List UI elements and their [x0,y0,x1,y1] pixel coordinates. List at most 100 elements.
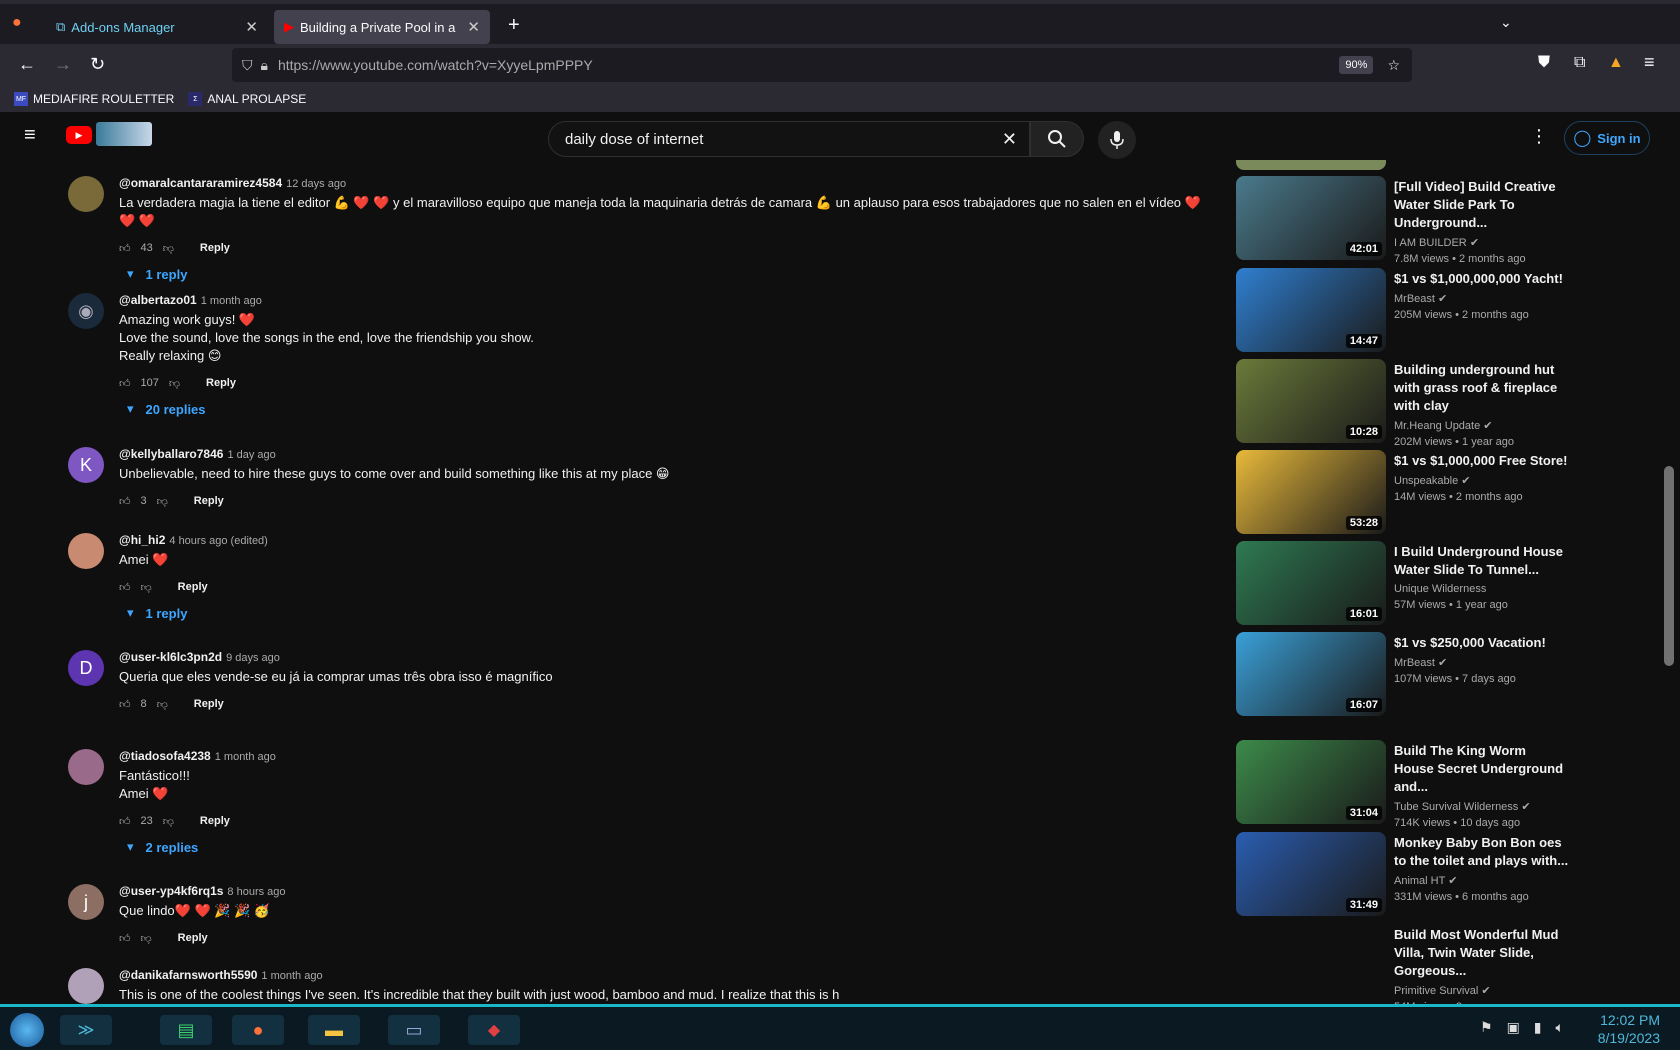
reply-button[interactable]: Reply [178,932,208,944]
search-input[interactable]: daily dose of internet ✕ [548,121,1030,157]
recommended-video[interactable]: 31:04 Build The King Worm House Secret Un… [1236,740,1569,829]
tab-addons-manager[interactable]: ⧉ Add-ons Manager ✕ [46,10,268,44]
star-icon[interactable]: ☆ [1387,57,1400,74]
avatar[interactable]: j [68,884,104,920]
like-icon[interactable]: 👍︎ [119,581,131,594]
video-title[interactable]: $1 vs $1,000,000 Free Store! [1394,452,1569,470]
video-title[interactable]: [Full Video] Build Creative Water Slide … [1394,178,1569,232]
taskbar-item-file-explorer[interactable]: ▬ [308,1015,360,1045]
clear-search-icon[interactable]: ✕ [1002,129,1017,150]
doodle-logo[interactable] [96,122,152,146]
comment-time[interactable]: 4 hours ago (edited) [169,535,267,547]
comment-time[interactable]: 12 days ago [286,178,346,190]
comment-time[interactable]: 9 days ago [226,652,280,664]
video-thumbnail[interactable]: 16:07 [1236,632,1386,716]
reply-button[interactable]: Reply [200,815,230,827]
more-options-icon[interactable]: ⋮ [1530,126,1548,147]
thumbnail-partial[interactable] [1236,160,1386,170]
comment-author[interactable]: @tiadosofa4238 [119,749,211,763]
taskbar-item-firefox[interactable]: ● [232,1015,284,1045]
video-title[interactable]: I Build Underground House Water Slide To… [1394,543,1569,579]
video-thumbnail[interactable]: 31:49 [1236,832,1386,916]
recommended-video[interactable]: 42:01 [Full Video] Build Creative Water S… [1236,176,1569,265]
channel-name[interactable]: I AM BUILDER ✔︎ [1394,236,1569,249]
video-title[interactable]: $1 vs $250,000 Vacation! [1394,634,1569,652]
dislike-icon[interactable]: 👎︎ [157,495,168,508]
tab-youtube-video[interactable]: ▶ Building a Private Pool in a Lux ✕ [274,10,490,44]
battery-icon[interactable]: ▮ [1534,1019,1542,1036]
new-tab-button[interactable]: + [508,14,520,37]
recommended-video[interactable]: 10:28 Building underground hut with grass… [1236,359,1566,448]
sign-in-button[interactable]: ◯ Sign in [1564,121,1650,155]
close-tab-icon[interactable]: ✕ [245,18,258,36]
like-icon[interactable]: 👍︎ [119,698,131,711]
taskbar-item-notes[interactable]: ▤ [160,1015,212,1045]
comment-author[interactable]: @albertazo01 [119,293,197,307]
system-clock[interactable]: 12:02 PM 8/19/2023 [1598,1011,1660,1047]
comment-author[interactable]: @danikafarnsworth5590 [119,968,257,982]
search-query[interactable]: daily dose of internet [565,131,703,148]
taskbar-item-app[interactable]: ▭ [388,1015,440,1045]
avatar[interactable] [68,749,104,785]
view-replies-button[interactable]: ▾ 20 replies [119,401,1209,417]
url-text[interactable]: https://www.youtube.com/watch?v=XyyeLpmP… [278,57,593,73]
avatar[interactable]: K [68,447,104,483]
like-icon[interactable]: 👍︎ [119,932,131,945]
lock-icon[interactable]: 🔒︎ [261,57,268,74]
view-replies-button[interactable]: ▾ 1 reply [119,605,1209,621]
video-thumbnail[interactable]: 42:01 [1236,176,1386,260]
voice-search-button[interactable] [1098,121,1136,159]
avatar[interactable]: ◉ [68,293,104,329]
volume-icon[interactable]: 🔈︎ [1556,1019,1564,1036]
bookmark-mediafire[interactable]: MF MEDIAFIRE ROULETTER [14,92,174,106]
video-title[interactable]: Build The King Worm House Secret Undergr… [1394,742,1569,796]
reply-button[interactable]: Reply [194,698,224,710]
network-icon[interactable]: ▣ [1507,1019,1520,1036]
channel-name[interactable]: Primitive Survival ✔︎ [1394,984,1569,997]
recommended-video[interactable]: 31:49 Monkey Baby Bon Bon oes to the toil… [1236,832,1569,918]
recommended-video[interactable]: 16:01 I Build Underground House Water Sli… [1236,541,1566,627]
video-thumbnail[interactable]: 16:01 [1236,541,1386,625]
video-title[interactable]: $1 vs $1,000,000,000 Yacht! [1394,270,1569,288]
close-tab-icon[interactable]: ✕ [467,18,480,36]
comment-author[interactable]: @hi_hi2 [119,533,165,547]
comment-author[interactable]: @omaralcantararamirez4584 [119,176,282,190]
recommended-video[interactable]: 53:28 $1 vs $1,000,000 Free Store! Unspeak… [1236,450,1569,536]
video-thumbnail[interactable]: 10:28 [1236,359,1386,443]
view-replies-button[interactable]: ▾ 1 reply [119,266,1209,282]
dislike-icon[interactable]: 👎︎ [141,932,152,945]
shield-icon[interactable]: ⛉ [242,57,253,74]
reply-button[interactable]: Reply [178,581,208,593]
video-thumbnail[interactable]: 53:28 [1236,450,1386,534]
reply-button[interactable]: Reply [194,495,224,507]
like-icon[interactable]: 👍︎ [119,815,131,828]
comment-time[interactable]: 8 hours ago [227,886,285,898]
dislike-icon[interactable]: 👎︎ [163,242,174,255]
channel-name[interactable]: Animal HT ✔︎ [1394,874,1569,887]
channel-name[interactable]: MrBeast ✔︎ [1394,656,1569,669]
extensions-icon[interactable]: ⧉ [1574,54,1585,72]
list-all-tabs-icon[interactable]: ⌄ [1500,14,1512,31]
avatar[interactable]: D [68,650,104,686]
taskbar-item-game[interactable]: ◆ [468,1015,520,1045]
url-bar[interactable]: ⛉ 🔒︎ https://www.youtube.com/watch?v=Xyy… [232,48,1412,82]
view-replies-button[interactable]: ▾ 2 replies [119,839,1209,855]
channel-name[interactable]: Unique Wilderness [1394,583,1569,595]
comment-time[interactable]: 1 day ago [227,449,275,461]
back-icon[interactable]: ← [18,54,36,75]
comment-author[interactable]: @user-yp4kf6rq1s [119,884,223,898]
zoom-indicator[interactable]: 90% [1339,56,1374,74]
reply-button[interactable]: Reply [200,242,230,254]
like-icon[interactable]: 👍︎ [119,242,131,255]
video-thumbnail[interactable]: 14:47 [1236,268,1386,352]
avatar[interactable] [68,533,104,569]
pocket-icon[interactable]: ⛊ [1538,54,1550,72]
firefox-icon[interactable]: ● [12,14,22,32]
like-icon[interactable]: 👍︎ [119,377,131,390]
comment-author[interactable]: @kellyballaro7846 [119,447,223,461]
reload-icon[interactable]: ↻ [90,54,105,75]
search-button[interactable] [1030,121,1084,157]
youtube-logo-icon[interactable]: ▶ [66,126,92,144]
comment-time[interactable]: 1 month ago [215,751,276,763]
dislike-icon[interactable]: 👎︎ [169,377,180,390]
